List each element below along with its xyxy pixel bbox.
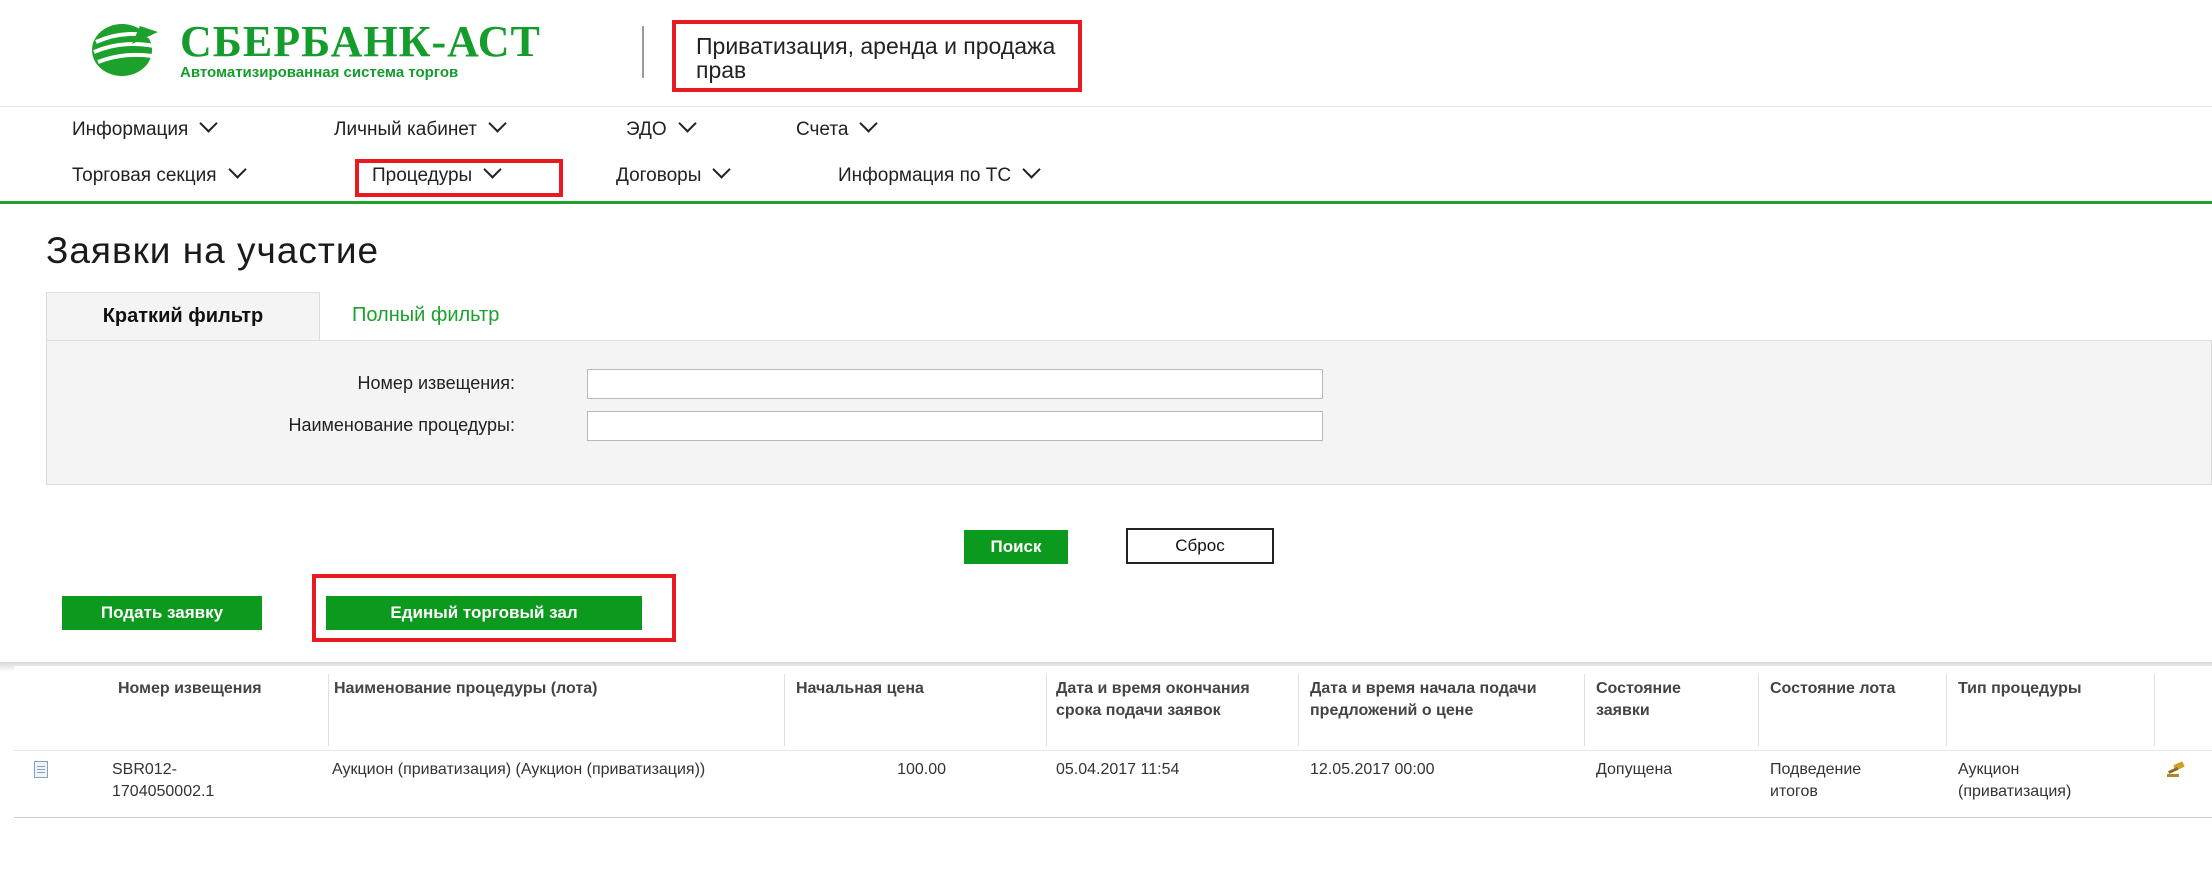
column-divider	[1584, 674, 1585, 746]
tab-full-filter[interactable]: Полный фильтр	[352, 304, 499, 327]
column-header[interactable]: Тип процедуры	[1958, 678, 2148, 700]
nav-item-information[interactable]: Информация	[72, 114, 219, 141]
column-header[interactable]: Номер извещения	[118, 678, 318, 700]
column-divider	[1046, 674, 1047, 746]
nav-item-ts-information[interactable]: Информация по ТС	[838, 160, 1041, 187]
column-header[interactable]: Наименование процедуры (лота)	[334, 678, 754, 700]
chevron-down-icon	[712, 160, 732, 179]
nav-item-personal-cabinet[interactable]: Личный кабинет	[334, 114, 507, 141]
cell-deadline: 05.04.2017 11:54	[1056, 761, 1180, 778]
document-icon[interactable]	[34, 761, 48, 778]
nav-item-contracts[interactable]: Договоры	[616, 160, 732, 187]
column-divider	[784, 674, 785, 746]
results-table: Номер извещения Наименование процедуры (…	[14, 666, 2212, 818]
logo-subtitle: Автоматизированная система торгов	[180, 64, 459, 81]
submit-application-button[interactable]: Подать заявку	[62, 596, 262, 630]
column-header[interactable]: Дата и время начала подачи предложений о…	[1310, 678, 1556, 722]
table-row[interactable]: SBR012-1704050002.1 Аукцион (приватизаци…	[14, 750, 2212, 818]
cell-procedure-type: Аукцион (приватизация)	[1958, 761, 2072, 800]
nav-item-label: Информация по ТС	[838, 165, 1012, 186]
nav-item-label: Информация	[72, 119, 189, 140]
reset-button[interactable]: Сброс	[1126, 528, 1274, 564]
chevron-down-icon	[199, 114, 219, 133]
nav-item-label: Торговая секция	[72, 165, 217, 186]
nav-item-accounts[interactable]: Счета	[796, 114, 879, 141]
nav-item-label: Договоры	[616, 165, 702, 186]
procedure-name-label: Наименование процедуры:	[288, 415, 515, 435]
cell-notice-number: SBR012-1704050002.1	[112, 761, 215, 800]
chevron-down-icon	[488, 114, 507, 133]
cell-bidding-start: 12.05.2017 00:00	[1310, 761, 1435, 778]
column-header[interactable]: Состояние заявки	[1596, 678, 1736, 722]
logo[interactable]: СБЕРБАНК-АСТ Автоматизированная система …	[88, 17, 568, 82]
nav-item-label: Процедуры	[372, 165, 473, 186]
chevron-down-icon	[677, 114, 697, 133]
column-divider	[2154, 674, 2155, 746]
chevron-down-icon	[227, 160, 247, 179]
header-divider	[642, 26, 644, 78]
column-header[interactable]: Начальная цена	[796, 678, 996, 700]
column-divider	[1758, 674, 1759, 746]
nav-item-procedures[interactable]: Процедуры	[372, 160, 502, 187]
sberbank-logo-icon	[92, 24, 158, 76]
cell-procedure-name: Аукцион (приватизация) (Аукцион (привати…	[332, 761, 706, 778]
notice-number-input[interactable]	[587, 369, 1323, 399]
column-divider	[1946, 674, 1947, 746]
logo-name: СБЕРБАНК-АСТ	[180, 17, 541, 66]
cell-start-price: 100.00	[897, 761, 946, 778]
page: СБЕРБАНК-АСТ Автоматизированная система …	[0, 0, 2212, 895]
cell-application-state: Допущена	[1596, 761, 1673, 778]
page-title: Заявки на участие	[46, 230, 380, 271]
chevron-down-icon	[859, 114, 879, 133]
column-header[interactable]: Дата и время окончания срока подачи заяв…	[1056, 678, 1256, 722]
tab-short-filter[interactable]: Краткий фильтр	[46, 292, 320, 340]
column-divider	[328, 674, 329, 746]
filter-panel: Номер извещения: Наименование процедуры:	[46, 340, 2212, 485]
notice-number-label: Номер извещения:	[357, 373, 515, 393]
secondary-nav: Торговая секция Процедуры Договоры Инфор…	[0, 153, 2212, 204]
nav-item-label: Счета	[796, 119, 849, 140]
nav-item-label: Личный кабинет	[334, 119, 477, 140]
cell-lot-state: Подведение итогов	[1770, 761, 1862, 800]
column-header[interactable]: Состояние лота	[1770, 678, 1900, 700]
chevron-down-icon	[1022, 160, 1041, 179]
procedure-name-input[interactable]	[587, 411, 1323, 441]
nav-item-trading-section[interactable]: Торговая секция	[72, 160, 247, 187]
column-divider	[1298, 674, 1299, 746]
nav-item-edo[interactable]: ЭДО	[626, 114, 697, 141]
search-button[interactable]: Поиск	[964, 530, 1068, 564]
auction-hammer-icon[interactable]	[2166, 761, 2186, 777]
header: СБЕРБАНК-АСТ Автоматизированная система …	[0, 0, 2212, 106]
trading-hall-button[interactable]: Единый торговый зал	[326, 596, 642, 630]
section-title: Приватизация, аренда и продажа прав	[672, 20, 1082, 92]
nav-item-label: ЭДО	[626, 119, 667, 140]
primary-nav: Информация Личный кабинет ЭДО Счета	[0, 106, 2212, 154]
